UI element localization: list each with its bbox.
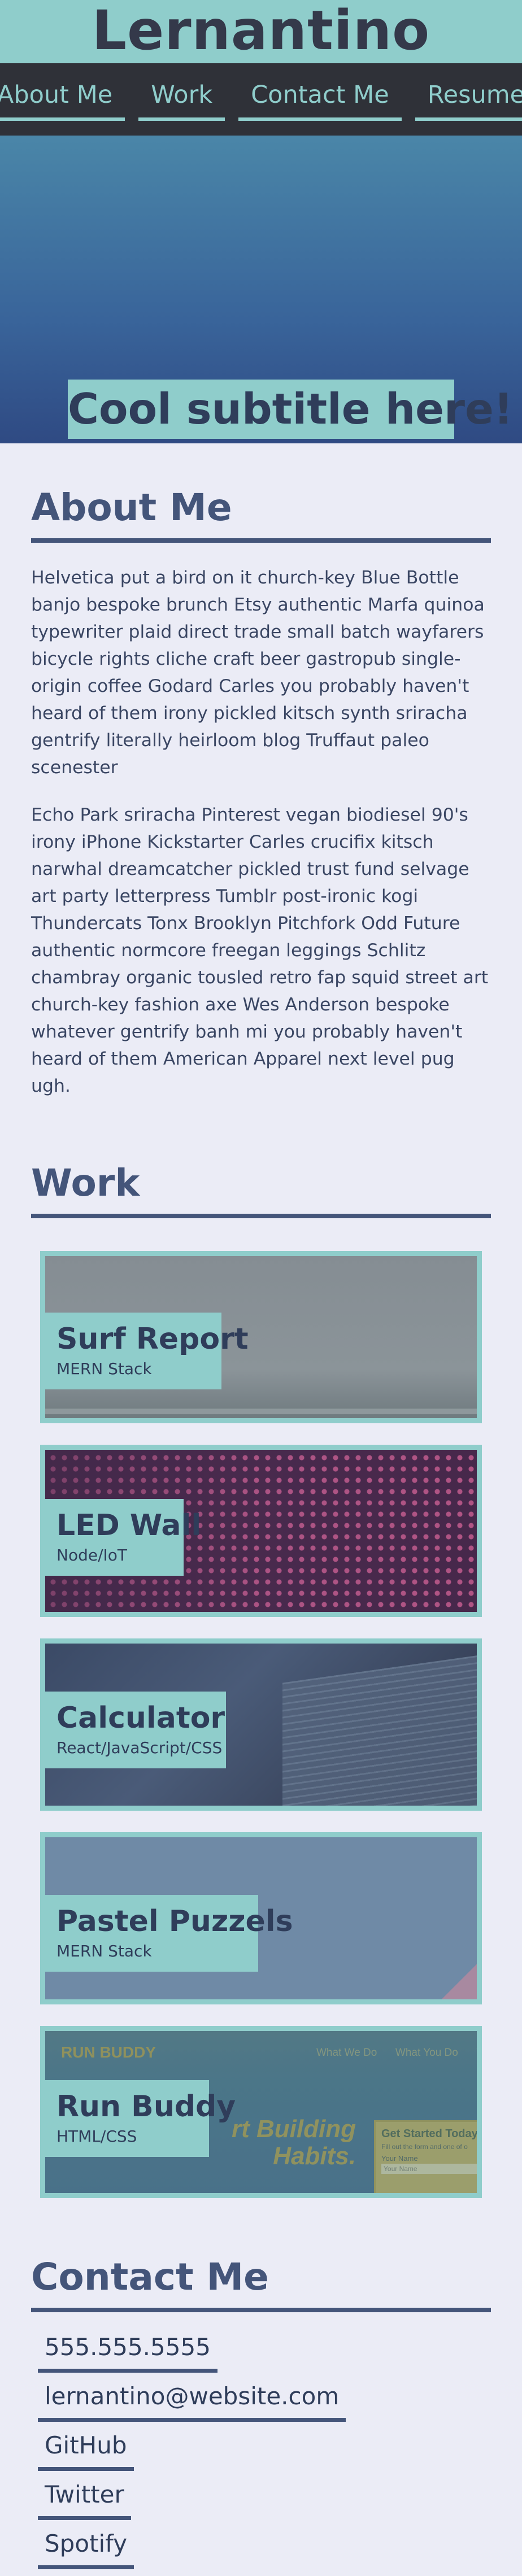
hero-banner: Cool subtitle here!	[0, 136, 522, 443]
project-pastel-puzzels[interactable]: Pastel Puzzels MERN Stack	[40, 1832, 482, 2004]
project-card: LED Wall Node/IoT	[45, 1499, 202, 1576]
nav-item-work[interactable]: Work	[138, 78, 225, 121]
contact-phone-link[interactable]: 555.555.5555	[38, 2330, 218, 2373]
project-stack: MERN Stack	[56, 1359, 152, 1378]
contact-heading: Contact Me	[31, 2255, 491, 2312]
contact-spotify-link[interactable]: Spotify	[38, 2527, 134, 2569]
site-header: Lernantino	[0, 0, 522, 63]
about-heading: About Me	[31, 485, 491, 543]
contact-section: Contact Me 555.555.5555 lernantino@websi…	[0, 2255, 522, 2576]
project-card: Pastel Puzzels MERN Stack	[45, 1895, 293, 1972]
project-run-buddy[interactable]: RUN BUDDY What We Do What You Do Yo rt B…	[40, 2026, 482, 2198]
project-surf-report[interactable]: Surf Report MERN Stack	[40, 1251, 482, 1423]
project-title: Run Buddy	[56, 2090, 236, 2124]
main-nav: About Me Work Contact Me Resume	[0, 63, 522, 136]
contact-github-link[interactable]: GitHub	[38, 2429, 134, 2471]
contact-twitter-link[interactable]: Twitter	[38, 2478, 131, 2520]
horizon-line-decoration	[45, 1409, 477, 1414]
project-card: Surf Report MERN Stack	[45, 1313, 249, 1389]
project-card: Run Buddy HTML/CSS	[45, 2080, 236, 2157]
project-stack: HTML/CSS	[56, 2127, 137, 2146]
project-stack: Node/IoT	[56, 1546, 128, 1564]
contact-email-link[interactable]: lernantino@website.com	[38, 2379, 346, 2422]
project-card: Calculator React/JavaScript/CSS	[45, 1692, 226, 1768]
project-led-wall[interactable]: LED Wall Node/IoT	[40, 1445, 482, 1617]
work-heading: Work	[31, 1161, 491, 1218]
project-title: Calculator	[56, 1701, 225, 1735]
project-title: Pastel Puzzels	[56, 1904, 293, 1938]
nav-item-about[interactable]: About Me	[0, 78, 125, 121]
project-stack: MERN Stack	[56, 1942, 152, 1960]
nav-item-resume[interactable]: Resume	[415, 78, 522, 121]
about-paragraph: Helvetica put a bird on it church-key Bl…	[31, 568, 485, 778]
project-title: LED Wall	[56, 1509, 202, 1542]
project-calculator[interactable]: Calculator React/JavaScript/CSS	[40, 1638, 482, 1811]
thumbnail-nav-item: Yo	[476, 2047, 482, 2059]
about-paragraph: Echo Park sriracha Pinterest vegan biodi…	[31, 805, 489, 1096]
work-section: Work Surf Report MERN Stack LED Wall Nod…	[0, 1161, 522, 2198]
site-title: Lernantino	[92, 0, 430, 62]
project-stack: React/JavaScript/CSS	[56, 1738, 223, 1757]
contact-list: 555.555.5555 lernantino@website.com GitH…	[31, 2330, 491, 2576]
hero-subtitle: Cool subtitle here!	[68, 380, 513, 439]
project-title: Surf Report	[56, 1322, 249, 1356]
about-section: About Me Helvetica put a bird on it chur…	[0, 443, 522, 1100]
nav-item-contact[interactable]: Contact Me	[238, 78, 402, 121]
